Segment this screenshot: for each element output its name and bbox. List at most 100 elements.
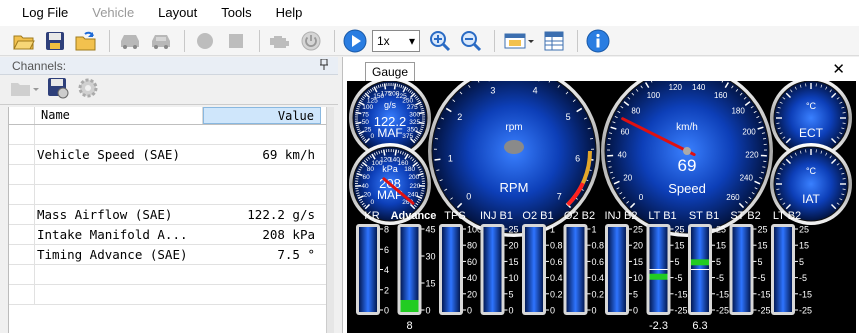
bar-label: INJ B1 bbox=[480, 210, 513, 222]
map-tick-label: 180 bbox=[404, 166, 415, 173]
bar-tick-label: -15 bbox=[675, 289, 688, 299]
bar-track bbox=[566, 227, 585, 312]
table-row[interactable] bbox=[9, 125, 326, 145]
play-icon[interactable] bbox=[341, 28, 369, 54]
bar-tick-label: 100 bbox=[467, 225, 482, 235]
car-connect-icon[interactable] bbox=[116, 28, 144, 54]
rpm-tick-label: 1 bbox=[448, 153, 453, 163]
bar-tick-label: 15 bbox=[633, 257, 643, 267]
channel-value: 7.5 ° bbox=[277, 247, 315, 262]
bar-tick-label: 5 bbox=[758, 257, 763, 267]
main-toolbar: 1x ▾ bbox=[0, 26, 859, 56]
reload-folder-icon[interactable] bbox=[72, 28, 100, 54]
menu-layout[interactable]: Layout bbox=[146, 0, 209, 26]
bar-tick-label: 0 bbox=[550, 306, 555, 316]
bar-gauge-advance: Advance 45 30 15 0 8 bbox=[391, 210, 437, 332]
menu-log-file[interactable]: Log File bbox=[10, 0, 80, 26]
add-channel-icon[interactable] bbox=[10, 78, 40, 101]
bar-tick-label: 20 bbox=[467, 289, 477, 299]
bar-tick-label: 20 bbox=[509, 241, 519, 251]
bar-gauge-inj-b2: INJ B2 25 20 15 10 5 0 bbox=[604, 210, 643, 316]
channels-header: Channels: bbox=[0, 57, 338, 75]
bar-tick-label: 40 bbox=[467, 273, 477, 283]
bar-tick-label: 25 bbox=[799, 225, 809, 235]
bar-gauge-inj-b1: INJ B1 25 20 15 10 5 0 bbox=[480, 210, 519, 316]
bar-tick-label: 5 bbox=[799, 257, 804, 267]
open-folder-icon[interactable] bbox=[10, 28, 38, 54]
maf-tick-label: 300 bbox=[409, 111, 420, 118]
table-row[interactable]: Vehicle Speed (SAE) 69 km/h bbox=[9, 145, 326, 165]
bar-tick-label: -5 bbox=[758, 273, 766, 283]
speed-tick-label: 180 bbox=[731, 107, 745, 116]
playback-speed-select[interactable]: 1x ▾ bbox=[372, 29, 420, 52]
table-row[interactable] bbox=[9, 185, 326, 205]
bar-tick-label: -5 bbox=[799, 273, 807, 283]
ect-label: ECT bbox=[799, 126, 824, 140]
bar-tick-label: 0.4 bbox=[550, 273, 563, 283]
info-icon[interactable] bbox=[584, 28, 612, 54]
car-disconnect-icon[interactable] bbox=[147, 28, 175, 54]
engine-icon[interactable] bbox=[266, 28, 294, 54]
map-tick-label: 80 bbox=[367, 166, 375, 173]
tab-gauge[interactable]: Gauge bbox=[365, 62, 415, 82]
bar-tick-label: 8 bbox=[384, 225, 389, 235]
table-row[interactable] bbox=[9, 265, 326, 285]
channels-toolbar bbox=[0, 75, 338, 105]
maf-tick-label: 0 bbox=[371, 133, 375, 140]
speed-tick-label: 240 bbox=[740, 173, 754, 182]
bar-tick-label: 5 bbox=[716, 257, 721, 267]
gauge-dashboard: 0255075100125150175200225250275300325350… bbox=[349, 65, 852, 332]
bar-value: 8 bbox=[406, 320, 412, 332]
column-header-value[interactable]: Value bbox=[203, 107, 321, 124]
speed-tick-label: 200 bbox=[742, 127, 756, 136]
table-row[interactable]: Timing Advance (SAE) 7.5 ° bbox=[9, 245, 326, 265]
menu-vehicle[interactable]: Vehicle bbox=[80, 0, 146, 26]
maf-unit: g/s bbox=[384, 100, 397, 110]
bar-tick-label: 15 bbox=[426, 279, 436, 289]
power-icon[interactable] bbox=[297, 28, 325, 54]
save-channels-icon[interactable] bbox=[46, 76, 70, 103]
rpm-tick-label: 7 bbox=[557, 191, 562, 201]
bar-tick-label: 0.4 bbox=[592, 273, 605, 283]
table-row[interactable] bbox=[9, 165, 326, 185]
table-row[interactable] bbox=[9, 285, 326, 305]
close-icon[interactable]: ✕ bbox=[832, 61, 845, 79]
bar-tick-label: 1 bbox=[550, 225, 555, 235]
bar-tick-label: 0.8 bbox=[550, 241, 563, 251]
bar-tick-label: -15 bbox=[716, 289, 729, 299]
maf-tick-label: 75 bbox=[362, 111, 370, 118]
zoom-out-icon[interactable] bbox=[457, 28, 485, 54]
rpm-tick-label: 5 bbox=[566, 112, 571, 122]
bar-label: LT B1 bbox=[648, 210, 676, 222]
zoom-in-icon[interactable] bbox=[426, 28, 454, 54]
vertical-scrollbar[interactable] bbox=[326, 107, 334, 333]
layout-windows-icon[interactable] bbox=[501, 28, 537, 54]
toolbar-separator bbox=[109, 29, 110, 52]
bar-tick-label: 25 bbox=[509, 225, 519, 235]
record-icon[interactable] bbox=[191, 28, 219, 54]
speed-tick-label: 20 bbox=[623, 173, 632, 182]
table-row[interactable]: Mass Airflow (SAE) 122.2 g/s bbox=[9, 205, 326, 225]
table-grid-icon[interactable] bbox=[540, 28, 568, 54]
channel-value bbox=[203, 265, 321, 284]
column-header-name[interactable]: Name bbox=[35, 107, 203, 124]
stop-icon[interactable] bbox=[222, 28, 250, 54]
table-row[interactable]: Intake Manifold A... 208 kPa bbox=[9, 225, 326, 245]
bar-track bbox=[608, 227, 626, 312]
table-body: Vehicle Speed (SAE) 69 km/h Mass Airflow (… bbox=[9, 125, 326, 305]
save-icon[interactable] bbox=[41, 28, 69, 54]
bar-fill bbox=[649, 273, 668, 280]
bar-tick-label: 0.6 bbox=[592, 257, 605, 267]
channel-name bbox=[35, 285, 203, 304]
maf-tick-label: 375 bbox=[402, 133, 413, 140]
channel-name bbox=[35, 265, 203, 284]
toolbar-separator bbox=[334, 29, 335, 52]
toolbar-separator bbox=[184, 29, 185, 52]
menu-help[interactable]: Help bbox=[264, 0, 315, 26]
pin-icon[interactable] bbox=[320, 58, 328, 73]
maf-tick-label: 100 bbox=[362, 104, 373, 111]
settings-gear-icon[interactable] bbox=[76, 76, 100, 103]
rpm-tick-label: 0 bbox=[466, 191, 471, 201]
menu-tools[interactable]: Tools bbox=[209, 0, 263, 26]
bar-tick-label: 6 bbox=[384, 245, 389, 255]
